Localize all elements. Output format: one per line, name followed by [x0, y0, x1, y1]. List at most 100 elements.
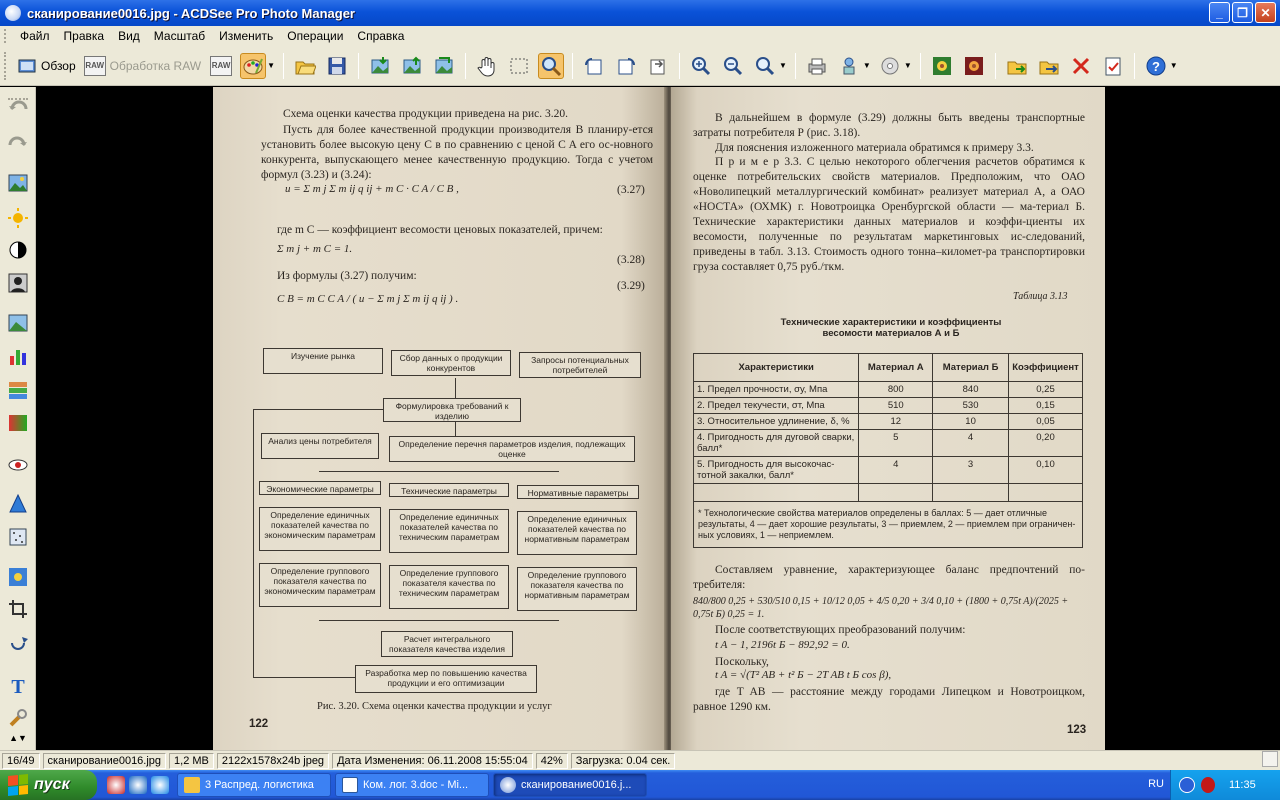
properties-button[interactable]: [1100, 53, 1126, 79]
copy-folder-icon: [1039, 61, 1059, 74]
acquire-dropdown[interactable]: ▼: [863, 61, 871, 70]
page-number: 122: [249, 718, 269, 730]
menu-tools[interactable]: Операции: [280, 28, 350, 44]
opera-icon[interactable]: [107, 776, 125, 794]
open-button[interactable]: [292, 53, 318, 79]
effects-button[interactable]: [6, 565, 30, 589]
save-button[interactable]: [324, 53, 350, 79]
burn-button[interactable]: [877, 53, 903, 79]
hand-tool-button[interactable]: [474, 53, 500, 79]
menu-zoom[interactable]: Масштаб: [147, 28, 212, 44]
save-icon: [328, 57, 346, 74]
print-button[interactable]: [804, 53, 830, 79]
edit-mode-dropdown[interactable]: ▼: [267, 61, 275, 70]
table-cell: 4: [858, 456, 934, 484]
image-viewer[interactable]: Схема оценки качества продукции приведен…: [37, 87, 1280, 750]
table-cell: 510: [858, 397, 934, 414]
red-eye-button[interactable]: [6, 453, 30, 477]
tools-wrench-button[interactable]: [6, 706, 30, 730]
menu-help[interactable]: Справка: [350, 28, 411, 44]
language-indicator[interactable]: RU: [1148, 778, 1164, 790]
photo-repair-button[interactable]: [6, 311, 30, 335]
equation: t A = √(T² AB + t² Б − 2T AB t Б cos β),: [715, 669, 892, 681]
exposure-button[interactable]: [6, 206, 30, 230]
raw-processing-button[interactable]: RAW Обработка RAW: [80, 54, 205, 78]
status-zoom[interactable]: 42%: [535, 752, 568, 769]
select-tool-button[interactable]: [506, 53, 532, 79]
levels-button[interactable]: [6, 344, 30, 368]
flow-box: Определение единичных показателей качест…: [259, 507, 381, 551]
browse-label: Обзор: [41, 58, 76, 73]
redo-button[interactable]: [6, 131, 30, 155]
flow-box: Изучение рынка: [263, 348, 383, 374]
flip-button[interactable]: [645, 53, 671, 79]
start-button[interactable]: пуск: [0, 770, 97, 800]
move-to-button[interactable]: [1004, 53, 1030, 79]
delete-button[interactable]: [1068, 53, 1094, 79]
rotate-left-button[interactable]: [581, 53, 607, 79]
navigator-button[interactable]: [1262, 751, 1278, 767]
browse-button[interactable]: Обзор: [13, 54, 80, 78]
copy-to-button[interactable]: [1036, 53, 1062, 79]
table-row: 1. Предел прочности, σу, Мпа 800 840 0,2…: [692, 381, 1084, 398]
menu-view[interactable]: Вид: [111, 28, 147, 44]
add-text-button[interactable]: T: [6, 673, 30, 697]
browser-icon[interactable]: [151, 776, 169, 794]
taskbar-item-folder[interactable]: 3 Распред. логистика: [177, 773, 331, 797]
color-balance-button[interactable]: [6, 378, 30, 402]
noise-button[interactable]: [6, 525, 30, 549]
contrast-button[interactable]: [6, 238, 30, 262]
page-number: 123: [1067, 724, 1087, 736]
equation-number: (3.28): [617, 254, 645, 266]
formula-3-27: u = Σ m j Σ m ij q ij + m C · C A / C B …: [285, 183, 459, 195]
taskbar-item-word[interactable]: Ком. лог. 3.doc - Mi...: [335, 773, 489, 797]
minimize-button[interactable]: _: [1209, 2, 1230, 23]
raw-editor-icon: RAW: [210, 55, 233, 76]
crop-button[interactable]: [6, 597, 30, 621]
acdsee-app-icon[interactable]: [5, 5, 21, 21]
taskbar-item-acdsee[interactable]: сканирование0016.j...: [493, 773, 647, 797]
close-button[interactable]: ✕: [1255, 2, 1276, 23]
red-eye-portrait-button[interactable]: [6, 271, 30, 295]
undo-button[interactable]: [6, 97, 30, 121]
tone-curves-button[interactable]: [6, 411, 30, 435]
restore-button[interactable]: ❐: [1232, 2, 1253, 23]
edit-mode-button[interactable]: [240, 52, 267, 79]
auto-exposure-button[interactable]: [6, 171, 30, 195]
table-cell: 12: [858, 413, 934, 430]
burn-dropdown[interactable]: ▼: [904, 61, 912, 70]
acquire-button[interactable]: [836, 53, 862, 79]
zoom-dropdown[interactable]: ▼: [779, 61, 787, 70]
clock[interactable]: 11:35: [1229, 779, 1256, 791]
zoom-tool-button[interactable]: [538, 52, 564, 79]
tray-expand-icon[interactable]: [1179, 777, 1195, 793]
export-button[interactable]: [399, 53, 425, 79]
menu-file[interactable]: Файл: [13, 28, 57, 44]
flow-box: Определение перечня параметров изделия, …: [389, 436, 635, 462]
disc-icon: [881, 57, 899, 74]
toolbar-overflow[interactable]: ▼: [1170, 61, 1178, 70]
raw-label: Обработка RAW: [109, 58, 202, 73]
sidebar-scroll-arrows[interactable]: ▲▼: [6, 729, 30, 747]
flow-box: Определение единичных показателей качест…: [517, 511, 637, 555]
import-button[interactable]: [367, 53, 393, 79]
rotate-button[interactable]: [6, 631, 30, 655]
zoom-in-button[interactable]: [688, 53, 714, 79]
zoom-menu-button[interactable]: [752, 53, 778, 79]
zoom-out-button[interactable]: [720, 53, 746, 79]
menu-modify[interactable]: Изменить: [212, 28, 280, 44]
sharpen-button[interactable]: [6, 492, 30, 516]
convert-button[interactable]: [431, 53, 457, 79]
ie-icon[interactable]: [129, 776, 147, 794]
help-button[interactable]: ?: [1143, 53, 1169, 79]
properties-icon: [1105, 57, 1121, 75]
rotate-right-button[interactable]: [613, 53, 639, 79]
wallpaper-button[interactable]: [929, 53, 955, 79]
raw-editor-button[interactable]: RAW: [208, 53, 234, 79]
menu-edit[interactable]: Правка: [57, 28, 112, 44]
slideshow-button[interactable]: [961, 53, 987, 79]
zoom-in-icon: [692, 56, 711, 75]
flow-connector: [253, 409, 383, 410]
sharpen-triangle-icon: [9, 494, 27, 513]
tray-app-icon[interactable]: [1201, 777, 1215, 793]
